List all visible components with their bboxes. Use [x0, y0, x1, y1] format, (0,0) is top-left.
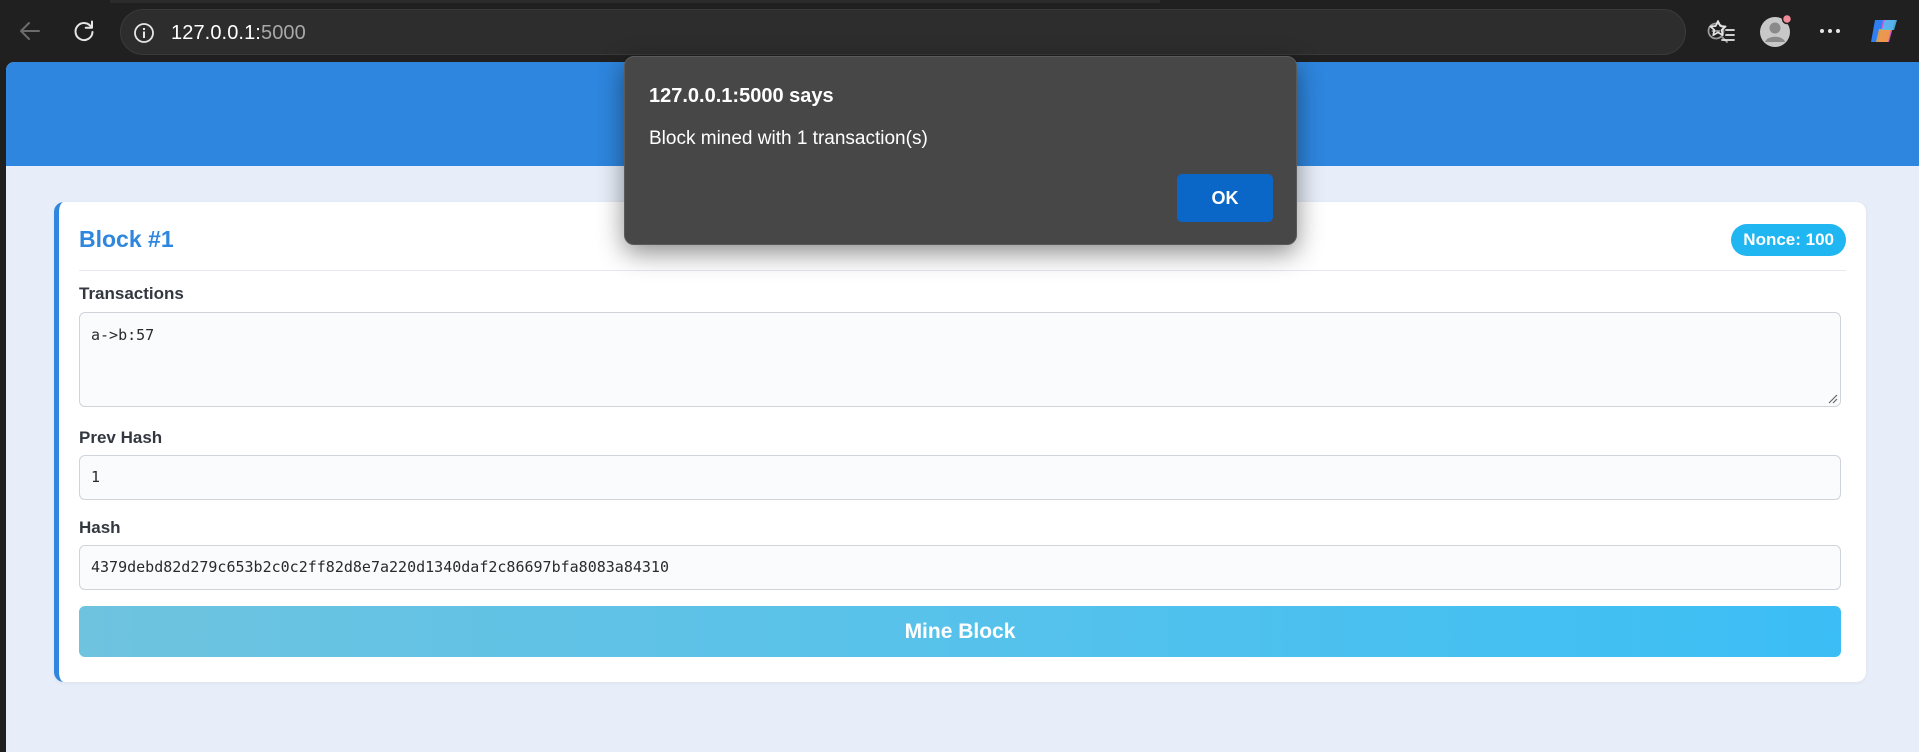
back-arrow-icon — [20, 22, 40, 40]
hash-input[interactable]: 4379debd82d279c653b2c0c2ff82d8e7a220d134… — [79, 545, 1841, 590]
back-button[interactable] — [12, 13, 48, 49]
resize-grip-icon[interactable] — [1827, 393, 1838, 404]
profile-icon — [1760, 13, 1793, 47]
nonce-badge: Nonce: 100 — [1731, 224, 1846, 256]
transactions-textarea[interactable]: a->b:57 — [79, 312, 1841, 407]
reload-icon — [74, 20, 94, 41]
mine-block-button[interactable]: Mine Block — [79, 606, 1841, 657]
prev-hash-label: Prev Hash — [79, 428, 163, 447]
hash-label: Hash — [79, 518, 121, 537]
reload-button[interactable] — [66, 13, 102, 49]
hash-value: 4379debd82d279c653b2c0c2ff82d8e7a220d134… — [91, 558, 669, 576]
url-host: 127.0.0.1: — [171, 22, 261, 44]
copilot-button[interactable] — [1866, 13, 1902, 49]
alert-title: 127.0.0.1:5000 says — [649, 85, 834, 107]
address-bar[interactable]: 127.0.0.1:5000 — [120, 9, 1789, 55]
alert-message: Block mined with 1 transaction(s) — [649, 128, 928, 149]
site-info-button[interactable] — [131, 20, 157, 46]
prev-hash-value: 1 — [91, 468, 101, 486]
browser-toolbar: 127.0.0.1:5000 — [0, 0, 1919, 62]
block-title: Block #1 — [79, 226, 174, 252]
transactions-value: a->b:57 — [91, 326, 155, 344]
url-port: 5000 — [260, 22, 306, 44]
url-text[interactable]: 127.0.0.1:5000 — [171, 22, 306, 45]
ok-button[interactable]: OK — [1177, 174, 1273, 222]
prev-hash-input[interactable]: 1 — [79, 455, 1841, 500]
info-icon — [134, 23, 154, 43]
transactions-label: Transactions — [79, 284, 184, 303]
more-icon — [1820, 29, 1840, 33]
alert-dialog: 127.0.0.1:5000 says Block mined with 1 t… — [624, 56, 1297, 245]
tab-strip — [110, 0, 1160, 3]
favorites-icon — [1709, 20, 1735, 41]
more-button[interactable] — [1812, 13, 1848, 49]
copilot-icon — [1871, 20, 1897, 42]
profile-button[interactable] — [1758, 13, 1794, 49]
favorites-button[interactable] — [1704, 13, 1740, 49]
block-card: Block #1 Nonce: 100 Transactions a->b:57… — [54, 202, 1866, 682]
